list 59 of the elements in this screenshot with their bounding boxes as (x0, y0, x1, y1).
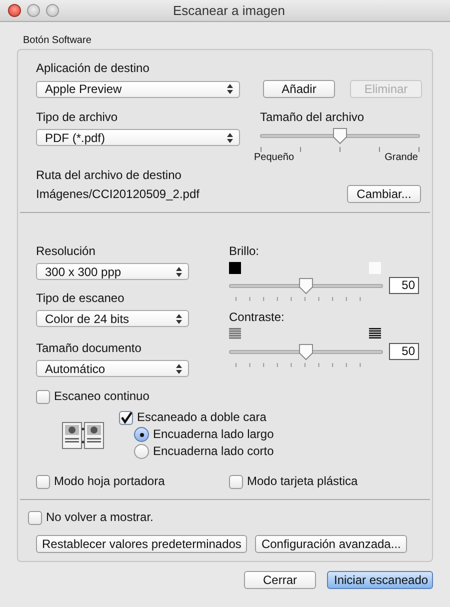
min-label: Pequeño (254, 152, 294, 163)
checkbox[interactable] (229, 474, 243, 488)
checkbox-label: No volver a mostrar. (46, 510, 154, 525)
thin-lines-icon (229, 328, 241, 339)
radio-label: Encuaderna lado largo (153, 427, 274, 442)
up-down-arrows-icon (176, 364, 182, 374)
settings-select[interactable]: Automático (36, 360, 189, 377)
settings-select[interactable]: Color de 24 bits (36, 310, 189, 327)
checkbox-label: Modo hoja portadora (54, 474, 165, 489)
field-label: Tipo de escaneo (36, 291, 126, 306)
file-path: Imágenes/CCI20120509_2.pdf (36, 186, 200, 202)
max-label: Grande (384, 152, 418, 163)
dialog-button[interactable]: Cerrar (244, 571, 316, 589)
checkbox[interactable] (36, 474, 50, 488)
change-button[interactable]: Cambiar... (347, 185, 421, 203)
field-label: Contraste: (229, 310, 286, 325)
push-button[interactable]: Añadir (263, 80, 335, 98)
radio-button[interactable] (134, 444, 149, 459)
checkbox-label: Modo tarjeta plástica (247, 474, 358, 489)
field-label: Resolución (36, 244, 96, 259)
value-field[interactable]: 50 (388, 276, 419, 294)
application-select[interactable]: Apple Preview (36, 80, 240, 98)
settings-select[interactable]: 300 x 300 ppp (36, 263, 189, 280)
group-label: Botón Software (23, 35, 92, 47)
minimize-button[interactable] (27, 4, 40, 17)
push-button[interactable]: Configuración avanzada... (255, 535, 407, 553)
checkbox-label: Escaneado a doble cara (137, 410, 266, 425)
up-down-arrows-icon (176, 266, 182, 276)
field-label: Tamaño del archivo (260, 110, 366, 125)
field-label: Ruta del archivo de destino (36, 168, 182, 183)
field-label: Tamaño documento (36, 341, 142, 356)
slider-thumb[interactable] (332, 127, 348, 145)
dialog-button[interactable]: Iniciar escaneado (327, 571, 433, 589)
radio-button[interactable] (134, 427, 149, 442)
field-label: Aplicación de destino (36, 61, 150, 76)
value-field[interactable]: 50 (388, 342, 419, 360)
dark-square-icon (229, 262, 241, 274)
slider-thumb[interactable] (298, 343, 314, 361)
close-button[interactable] (8, 4, 21, 17)
bold-lines-icon (369, 328, 381, 339)
up-down-arrows-icon (227, 132, 233, 142)
field-label: Tipo de archivo (36, 110, 119, 125)
window-title: Escanear a imagen (172, 3, 286, 18)
checkbox-label: Escaneo continuo (54, 389, 150, 404)
slider-thumb[interactable] (298, 277, 314, 295)
radio-label: Encuaderna lado corto (153, 444, 274, 459)
file-type-select[interactable]: PDF (*.pdf) (36, 129, 240, 146)
contrast-slider[interactable] (229, 344, 383, 362)
zoom-button[interactable] (46, 4, 59, 17)
file-size-slider[interactable] (260, 128, 420, 146)
duplex-pages-icon (62, 422, 104, 449)
push-button[interactable]: Restablecer valores predeterminados (36, 535, 248, 553)
checkbox[interactable] (119, 410, 133, 424)
up-down-arrows-icon (176, 314, 182, 324)
checkbox[interactable] (28, 510, 42, 524)
brightness-slider[interactable] (229, 278, 383, 296)
field-label: Brillo: (229, 244, 260, 259)
up-down-arrows-icon (227, 84, 233, 94)
checkbox[interactable] (36, 390, 50, 404)
